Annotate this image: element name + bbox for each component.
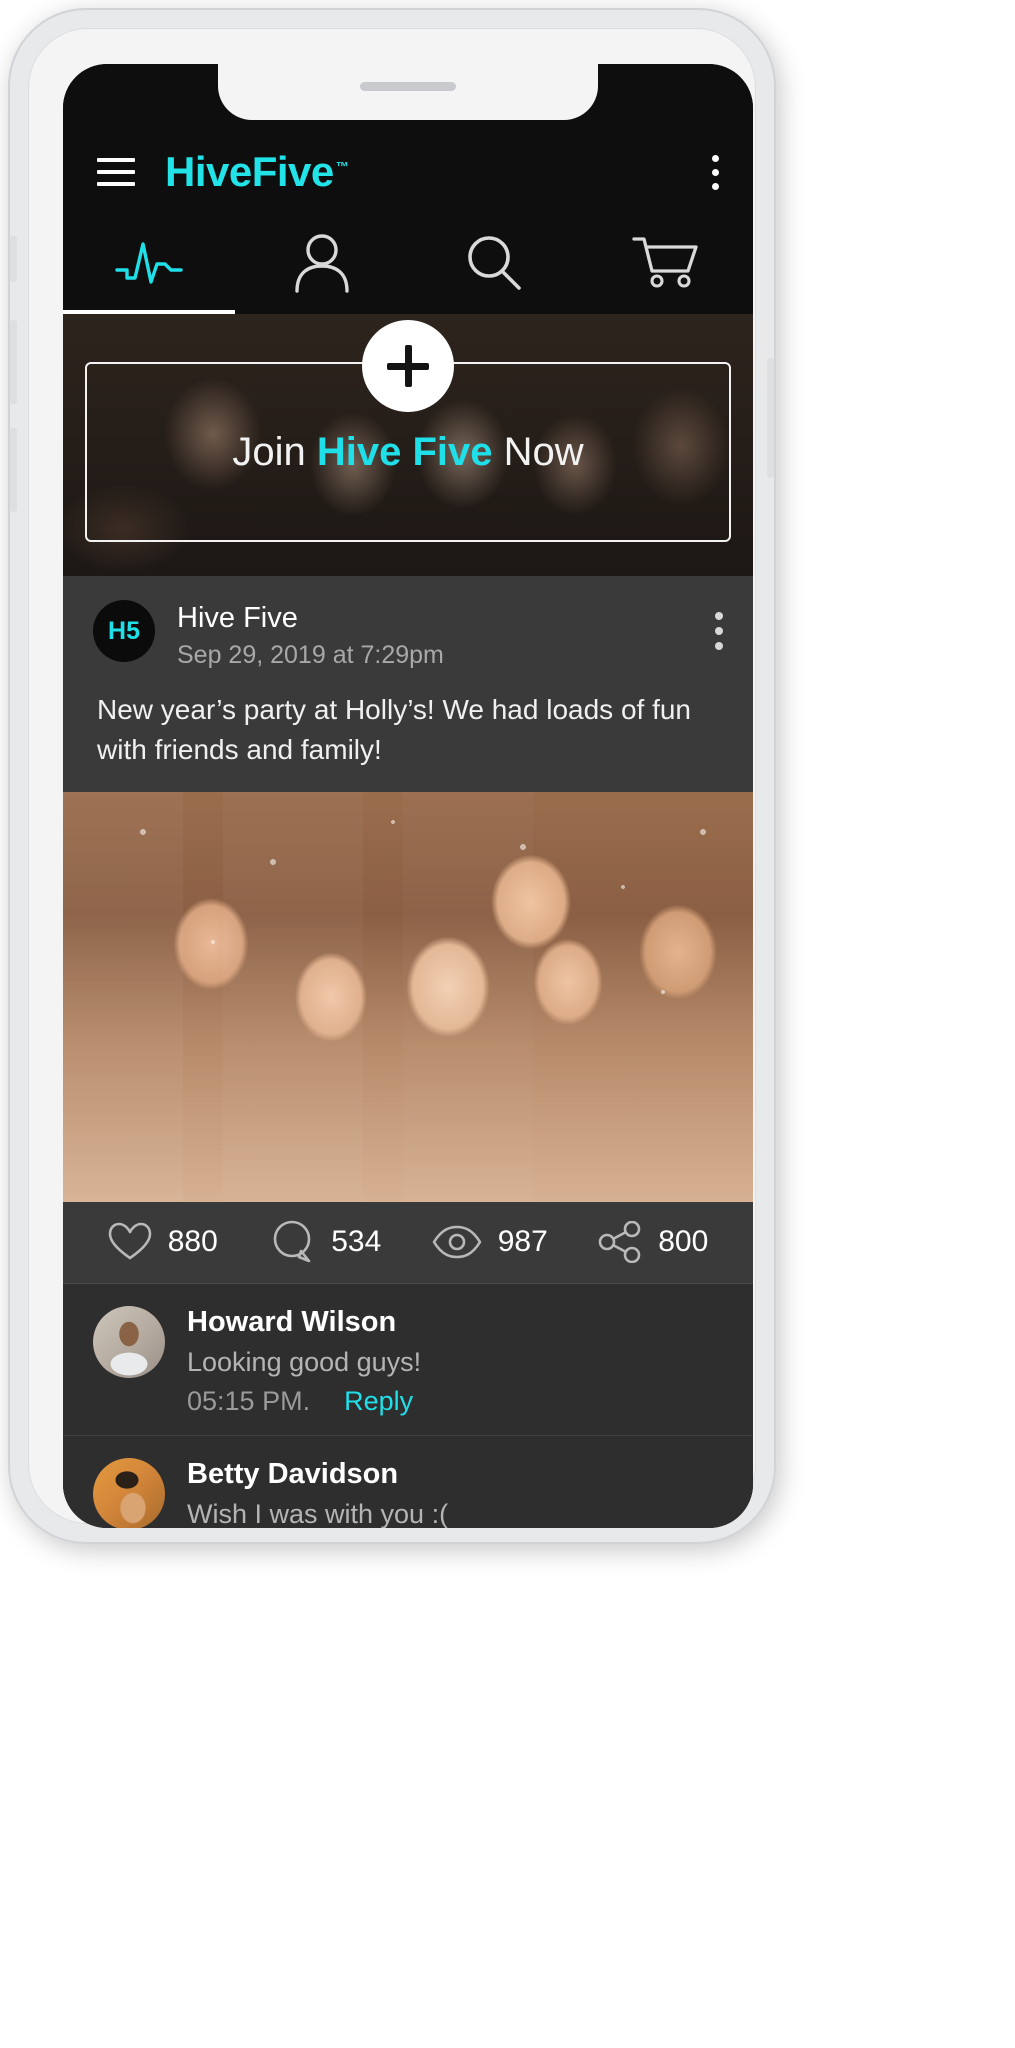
trademark-symbol: ™ [335, 159, 349, 174]
comment-body: Howard Wilson Looking good guys! 05:15 P… [187, 1306, 723, 1417]
tab-activity[interactable] [63, 210, 236, 314]
comment-text: Looking good guys! [187, 1346, 422, 1377]
avatar [93, 1305, 165, 1378]
silent-switch[interactable] [10, 236, 17, 282]
comments-list: Howard Wilson Looking good guys! 05:15 P… [63, 1283, 753, 1528]
phone-mockup: HiveFive ™ Join Hive Five Now H5 Hive Fi… [8, 8, 776, 1544]
tab-bar [63, 210, 753, 314]
phone-notch [218, 64, 598, 120]
post-author-name: Hive Five [177, 602, 298, 634]
comment-author-name: Howard Wilson [187, 1305, 397, 1338]
comment-body: Betty Davidson Wish I was with you :( [187, 1458, 723, 1528]
likes-stat[interactable]: 880 [81, 1222, 245, 1262]
power-button[interactable] [767, 358, 774, 478]
views-stat[interactable]: 987 [408, 1225, 572, 1259]
kebab-menu-icon[interactable] [715, 600, 723, 650]
plus-icon[interactable] [362, 320, 454, 412]
views-count: 987 [497, 1225, 548, 1259]
avatar [93, 1457, 165, 1528]
post-text: New year’s party at Holly’s! We had load… [97, 694, 692, 766]
app-logo-text: HiveFive [165, 148, 334, 195]
join-text-suffix: Now [492, 429, 584, 474]
heart-icon [108, 1222, 152, 1262]
post-card: H5 Hive Five Sep 29, 2019 at 7:29pm New … [63, 576, 753, 1528]
shares-stat[interactable]: 800 [572, 1221, 736, 1264]
earpiece-speaker [360, 82, 456, 91]
activity-pulse-icon [113, 234, 185, 290]
post-stats-row: 880 534 987 800 [63, 1201, 753, 1284]
kebab-menu-icon[interactable] [711, 154, 719, 190]
comment-footer: 05:15 PM. Reply [187, 1386, 723, 1417]
eye-icon [432, 1225, 482, 1259]
phone-bezel: HiveFive ™ Join Hive Five Now H5 Hive Fi… [28, 28, 756, 1528]
comment-bubble-icon [271, 1220, 315, 1264]
search-icon [463, 231, 525, 293]
likes-count: 880 [167, 1225, 218, 1259]
tab-profile[interactable] [236, 210, 409, 314]
volume-down-button[interactable] [10, 428, 17, 512]
tab-cart[interactable] [581, 210, 754, 314]
avatar: H5 [93, 600, 155, 662]
comments-stat[interactable]: 534 [245, 1220, 409, 1264]
comment-author-name: Betty Davidson [187, 1457, 399, 1490]
post-timestamp: Sep 29, 2019 at 7:29pm [177, 641, 444, 670]
volume-up-button[interactable] [10, 320, 17, 404]
list-item[interactable]: Howard Wilson Looking good guys! 05:15 P… [63, 1284, 753, 1435]
person-icon [293, 231, 351, 293]
post-header: H5 Hive Five Sep 29, 2019 at 7:29pm [63, 576, 753, 670]
hamburger-menu-icon[interactable] [97, 158, 135, 186]
post-meta: Hive Five Sep 29, 2019 at 7:29pm [177, 600, 444, 670]
app-logo: HiveFive ™ [165, 148, 349, 195]
join-text-prefix: Join [232, 429, 317, 474]
comments-count: 534 [331, 1225, 382, 1259]
comment-text: Wish I was with you :( [187, 1498, 449, 1528]
post-photo[interactable] [63, 791, 753, 1202]
share-icon [598, 1221, 642, 1264]
list-item[interactable]: Betty Davidson Wish I was with you :( [63, 1434, 753, 1528]
join-banner: Join Hive Five Now [63, 314, 753, 576]
join-cta-text: Join Hive Five Now [232, 430, 583, 475]
top-bar: HiveFive ™ [63, 136, 753, 208]
tab-search[interactable] [408, 210, 581, 314]
shopping-cart-icon [632, 233, 702, 291]
comment-timestamp: 05:15 PM. [187, 1385, 311, 1416]
reply-button[interactable]: Reply [344, 1386, 413, 1417]
phone-screen: HiveFive ™ Join Hive Five Now H5 Hive Fi… [63, 64, 753, 1528]
join-text-accent: Hive Five [316, 429, 493, 474]
active-tab-indicator [63, 310, 235, 314]
shares-count: 800 [658, 1225, 709, 1259]
